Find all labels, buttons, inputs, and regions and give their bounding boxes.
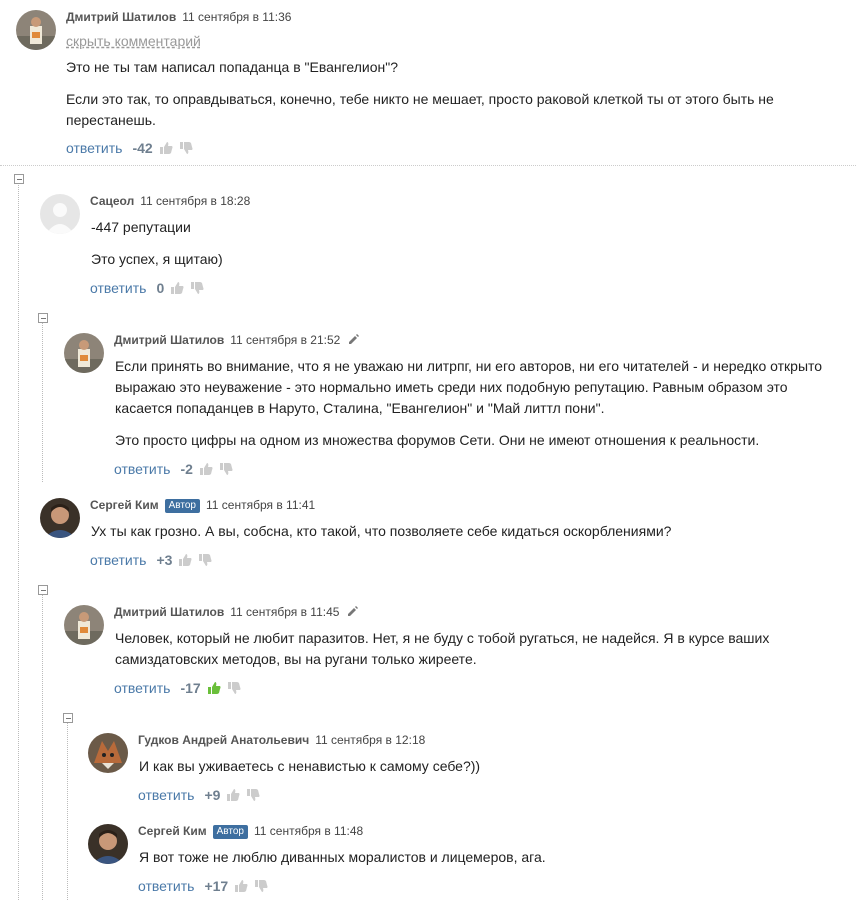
avatar[interactable]	[16, 10, 56, 50]
comment-text: И как вы уживаетесь с ненавистью к самом…	[139, 758, 481, 774]
comment-header: Гудков Андрей Анатольевич 11 сентября в 1…	[138, 732, 425, 748]
edit-pencil-icon	[349, 334, 360, 344]
thumbs-down-icon[interactable]	[246, 788, 260, 802]
comment-header: Сацеол 11 сентября в 18:28	[90, 193, 250, 209]
thumbs-up-icon[interactable]	[178, 553, 192, 567]
comment-date[interactable]: 11 сентября в 12:18	[315, 733, 425, 747]
comment-text: Ух ты как грозно. А вы, собсна, кто тако…	[91, 523, 672, 539]
comment-text: Если это так, то оправдываться, конечно,…	[66, 91, 774, 107]
score: -42	[132, 140, 153, 156]
avatar[interactable]	[64, 605, 104, 645]
comment-text: выражаю это неуважение - это нормально и…	[115, 379, 788, 395]
score: -17	[180, 680, 201, 696]
avatar[interactable]	[88, 824, 128, 864]
author-name[interactable]: Сергей Ким	[138, 824, 207, 838]
thumbs-down-icon[interactable]	[179, 141, 193, 155]
comment-text: самиздатовских методов, вы на ругани тол…	[115, 651, 477, 667]
author-badge: Автор	[212, 825, 248, 839]
comment-text: Человек, который не любит паразитов. Нет…	[115, 630, 770, 646]
comment-text: Если принять во внимание, что я не уважа…	[115, 358, 823, 374]
reply-link[interactable]: ответить	[66, 140, 122, 156]
comment-text: перестанешь.	[66, 112, 156, 128]
thumbs-up-icon[interactable]	[207, 681, 221, 695]
comment-footer: ответить -2	[114, 460, 233, 478]
thumbs-up-icon[interactable]	[159, 141, 173, 155]
thumbs-up-icon[interactable]	[226, 788, 240, 802]
edit-pencil-icon	[348, 606, 359, 616]
thumbs-down-icon[interactable]	[190, 281, 204, 295]
comment-footer: ответить -17	[114, 679, 241, 697]
thread-line	[18, 183, 19, 900]
comment-footer: ответить +9	[138, 786, 260, 804]
author-name[interactable]: Гудков Андрей Анатольевич	[138, 733, 309, 747]
comment-header: Дмитрий Шатилов 11 сентября в 11:45	[114, 604, 359, 620]
comment-date[interactable]: 11 сентября в 21:52	[230, 333, 340, 347]
thumbs-up-icon[interactable]	[170, 281, 184, 295]
thumbs-down-icon[interactable]	[254, 879, 268, 893]
comment-date[interactable]: 11 сентября в 11:45	[230, 605, 339, 619]
author-badge: Автор	[164, 499, 200, 513]
thumbs-down-icon[interactable]	[227, 681, 241, 695]
collapse-toggle[interactable]	[63, 713, 73, 723]
author-name[interactable]: Дмитрий Шатилов	[114, 605, 224, 619]
comment-footer: ответить +3	[90, 551, 212, 569]
avatar[interactable]	[88, 733, 128, 773]
thumbs-down-icon[interactable]	[219, 462, 233, 476]
comment-footer: ответить +17	[138, 877, 268, 895]
collapse-toggle[interactable]	[14, 174, 24, 184]
comment-text: -447 репутации	[91, 219, 191, 235]
comment-header: Дмитрий Шатилов 11 сентября в 21:52	[114, 332, 360, 348]
author-name[interactable]: Дмитрий Шатилов	[66, 10, 176, 24]
reply-link[interactable]: ответить	[114, 461, 170, 477]
score: -2	[180, 461, 193, 477]
comment-header: Дмитрий Шатилов 11 сентября в 11:36	[66, 9, 291, 25]
hide-comment-link[interactable]: скрыть комментарий	[66, 33, 201, 49]
thumbs-up-icon[interactable]	[234, 879, 248, 893]
author-name[interactable]: Сацеол	[90, 194, 134, 208]
comment-text: Это успех, я щитаю)	[91, 251, 223, 267]
avatar[interactable]	[40, 194, 80, 234]
comment-text: Я вот тоже не люблю диванных моралистов …	[139, 849, 546, 865]
score: +17	[204, 878, 229, 894]
reply-link[interactable]: ответить	[114, 680, 170, 696]
thread-line	[67, 722, 68, 900]
collapse-toggle[interactable]	[38, 585, 48, 595]
comment-text: Это не ты там написал попаданца в "Еванг…	[66, 59, 399, 75]
author-name[interactable]: Сергей Ким	[90, 498, 159, 512]
thread-line	[42, 594, 43, 900]
comment-date[interactable]: 11 сентября в 11:41	[206, 498, 315, 512]
comment-header: Сергей Ким Автор 11 сентября в 11:48	[138, 823, 363, 839]
comment-date[interactable]: 11 сентября в 11:48	[254, 824, 363, 838]
reply-link[interactable]: ответить	[138, 787, 194, 803]
reply-link[interactable]: ответить	[90, 280, 146, 296]
thumbs-down-icon[interactable]	[198, 553, 212, 567]
avatar[interactable]	[64, 333, 104, 373]
comment-date[interactable]: 11 сентября в 18:28	[140, 194, 250, 208]
comment-date[interactable]: 11 сентября в 11:36	[182, 10, 291, 24]
author-name[interactable]: Дмитрий Шатилов	[114, 333, 224, 347]
comment-text: Это просто цифры на одном из множества ф…	[115, 432, 760, 448]
thumbs-up-icon[interactable]	[199, 462, 213, 476]
score: +3	[156, 552, 173, 568]
separator	[0, 165, 856, 166]
comment-footer: ответить 0	[90, 279, 204, 297]
reply-link[interactable]: ответить	[138, 878, 194, 894]
avatar[interactable]	[40, 498, 80, 538]
thread-line	[42, 322, 43, 482]
comment-text: касается попаданцев в Наруто, Сталина, "…	[115, 400, 605, 416]
score: 0	[156, 280, 165, 296]
comment-header: Сергей Ким Автор 11 сентября в 11:41	[90, 497, 315, 513]
score: +9	[204, 787, 221, 803]
comment-footer: ответить -42	[66, 139, 193, 157]
collapse-toggle[interactable]	[38, 313, 48, 323]
reply-link[interactable]: ответить	[90, 552, 146, 568]
